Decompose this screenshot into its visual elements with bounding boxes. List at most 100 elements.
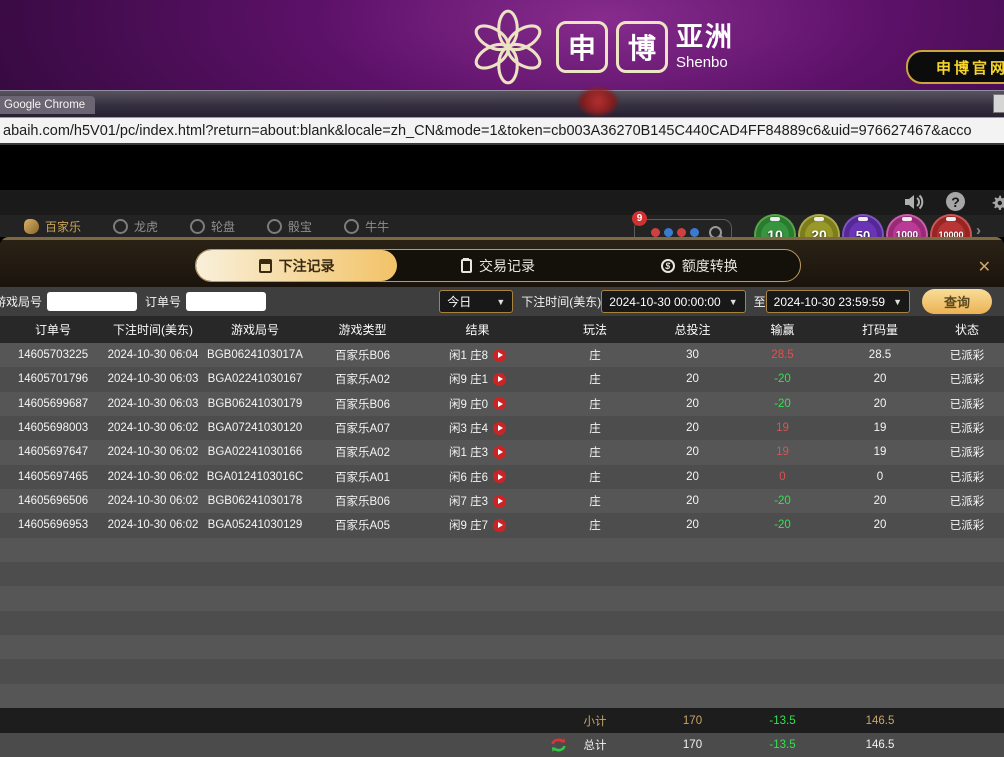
order-label: 订单号 [145, 293, 181, 310]
play-icon[interactable] [493, 446, 506, 459]
table-row[interactable]: 14605703225 2024-10-30 06:04 BGB06241030… [0, 343, 1004, 367]
play-icon[interactable] [493, 470, 506, 483]
tab-credit-transfer[interactable]: 额度转换 [599, 250, 800, 281]
cell-winloss: -20 [735, 519, 830, 531]
cell-play: 庄 [540, 420, 650, 436]
bet-time-label: 下注时间(美东) [521, 293, 601, 310]
search-button[interactable]: 查询 [922, 289, 992, 314]
date-to-select[interactable]: 2024-10-30 23:59:59 [766, 290, 910, 313]
nav-item-baccarat[interactable]: 百家乐 [24, 218, 81, 235]
nav-item-bullbull[interactable]: 牛牛 [344, 218, 389, 235]
table-row[interactable]: 14605699687 2024-10-30 06:03 BGB06241030… [0, 392, 1004, 416]
play-icon[interactable] [493, 519, 506, 532]
table-row[interactable]: 14605696953 2024-10-30 06:02 BGA05241030… [0, 513, 1004, 537]
cell-game: 百家乐B06 [310, 347, 415, 363]
cell-bet: 20 [650, 471, 735, 483]
tab-bet-records[interactable]: 下注记录 [196, 250, 397, 281]
table-row[interactable]: 14605698003 2024-10-30 06:02 BGA07241030… [0, 416, 1004, 440]
subtotal-bet: 170 [650, 715, 735, 727]
cell-bet: 20 [650, 373, 735, 385]
bullbull-icon [344, 219, 359, 234]
subtotal-turnover: 146.5 [830, 715, 930, 727]
cell-round: BGB06241030179 [200, 398, 310, 410]
cell-winloss: 19 [735, 446, 830, 458]
cell-game: 百家乐A02 [310, 444, 415, 460]
cell-order: 14605698003 [0, 422, 106, 434]
cell-bet: 20 [650, 398, 735, 410]
play-icon[interactable] [493, 397, 506, 410]
cell-time: 2024-10-30 06:02 [106, 519, 200, 531]
cell-game: 百家乐A05 [310, 517, 415, 533]
browser-url-bar[interactable]: abaih.com/h5V01/pc/index.html?return=abo… [0, 117, 1004, 145]
round-input[interactable] [47, 292, 137, 311]
cell-winloss: 0 [735, 471, 830, 483]
receipt-icon [461, 259, 472, 273]
subtotal-label: 小计 [540, 713, 650, 729]
table-row[interactable]: 14605701796 2024-10-30 06:03 BGA02241030… [0, 367, 1004, 391]
nav-item-sicbo[interactable]: 骰宝 [267, 218, 312, 235]
table-row[interactable]: 14605697465 2024-10-30 06:02 BGA01241030… [0, 465, 1004, 489]
cell-play: 庄 [540, 517, 650, 533]
window-control-button[interactable] [993, 94, 1004, 113]
cell-round: BGB0624103017A [200, 349, 310, 361]
cell-bet: 30 [650, 349, 735, 361]
play-icon[interactable] [493, 422, 506, 435]
help-icon[interactable] [946, 192, 965, 211]
cell-round: BGB06241030178 [200, 495, 310, 507]
cell-status: 已派彩 [930, 469, 1004, 485]
empty-row [0, 659, 1004, 683]
cell-play: 庄 [540, 444, 650, 460]
screen: 申 博 亚洲 Shenbo 申博官网 Google Chrome abaih.c… [0, 0, 1004, 757]
cell-status: 已派彩 [930, 371, 1004, 387]
cell-status: 已派彩 [930, 517, 1004, 533]
cell-result: 闲6 庄6 [415, 469, 540, 485]
modal-tabs: 下注记录 交易记录 额度转换 [195, 249, 801, 282]
cell-time: 2024-10-30 06:02 [106, 495, 200, 507]
subtotal-row: 小计 170 -13.5 146.5 [0, 708, 1004, 733]
logo-latin-text: Shenbo [676, 55, 734, 70]
table-row[interactable]: 14605696506 2024-10-30 06:02 BGB06241030… [0, 489, 1004, 513]
cell-order: 14605696953 [0, 519, 106, 531]
play-icon[interactable] [493, 373, 506, 386]
cell-winloss: -20 [735, 373, 830, 385]
nav-item-dragon-tiger[interactable]: 龙虎 [113, 218, 158, 235]
cell-turnover: 20 [830, 398, 930, 410]
cell-play: 庄 [540, 371, 650, 387]
round-count-badge: 9 [632, 211, 647, 226]
cell-round: BGA02241030167 [200, 373, 310, 385]
close-icon[interactable]: ✕ [978, 257, 991, 277]
period-select[interactable]: 今日 [439, 290, 513, 313]
play-icon[interactable] [493, 349, 506, 362]
cell-status: 已派彩 [930, 493, 1004, 509]
cell-play: 庄 [540, 347, 650, 363]
cell-time: 2024-10-30 06:03 [106, 373, 200, 385]
cell-turnover: 28.5 [830, 349, 930, 361]
cell-order: 14605699687 [0, 398, 106, 410]
volume-icon[interactable] [903, 192, 925, 212]
calendar-icon [259, 259, 272, 273]
tab-transaction-records[interactable]: 交易记录 [397, 250, 598, 281]
empty-row [0, 684, 1004, 708]
logo-char-bo: 博 [616, 21, 668, 73]
settings-icon[interactable] [988, 192, 1004, 214]
logo-region-text: 亚洲 [676, 24, 734, 51]
date-from-select[interactable]: 2024-10-30 00:00:00 [601, 290, 745, 313]
cell-winloss: 19 [735, 422, 830, 434]
grand-total-winloss: -13.5 [735, 739, 830, 751]
cell-round: BGA07241030120 [200, 422, 310, 434]
cell-play: 庄 [540, 396, 650, 412]
table-row[interactable]: 14605697647 2024-10-30 06:02 BGA02241030… [0, 440, 1004, 464]
browser-titlebar[interactable]: Google Chrome [0, 90, 1004, 117]
nav-item-roulette[interactable]: 轮盘 [190, 218, 235, 235]
cell-game: 百家乐A07 [310, 420, 415, 436]
cell-result: 闲7 庄3 [415, 493, 540, 509]
cell-time: 2024-10-30 06:02 [106, 446, 200, 458]
official-site-button[interactable]: 申博官网 [906, 50, 1004, 84]
cell-time: 2024-10-30 06:04 [106, 349, 200, 361]
order-input[interactable] [186, 292, 266, 311]
refresh-icon[interactable] [550, 737, 567, 753]
play-icon[interactable] [493, 495, 506, 508]
notification-blob [579, 88, 617, 115]
subtotal-winloss: -13.5 [735, 715, 830, 727]
cell-round: BGA05241030129 [200, 519, 310, 531]
